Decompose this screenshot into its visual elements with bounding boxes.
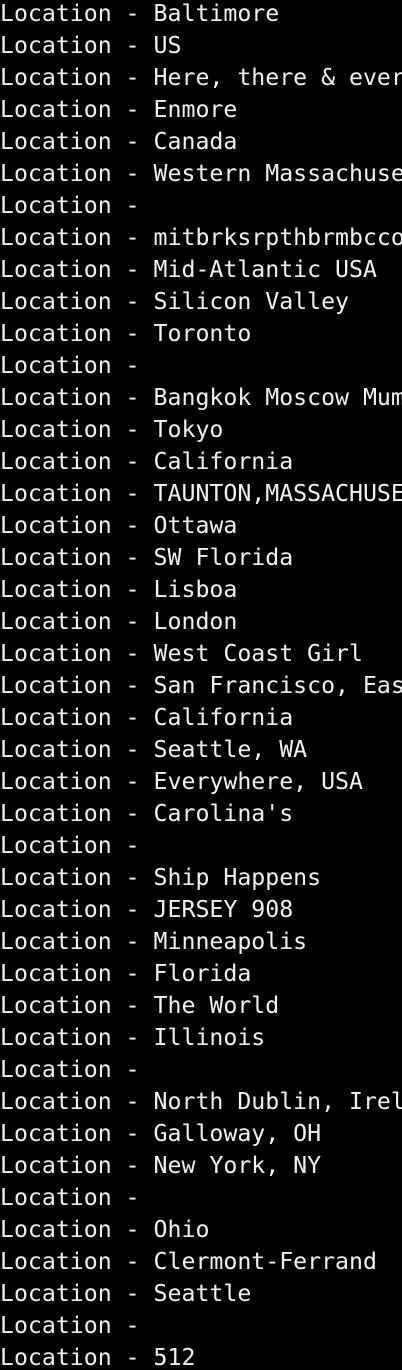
terminal-line: Location - Galloway, OH: [0, 1120, 322, 1147]
terminal-line: Location - Here, there & ever: [0, 64, 402, 91]
terminal-line: Location - SW Florida: [0, 544, 294, 571]
terminal-line: Location - Tokyo: [0, 416, 224, 443]
terminal-line: Location - Clermont-Ferrand: [0, 1248, 377, 1275]
terminal-line: Location - Bangkok Moscow Mum: [0, 384, 402, 411]
terminal-line: Location - Florida: [0, 960, 252, 987]
terminal-line: Location - North Dublin, Irel: [0, 1088, 402, 1115]
terminal-line: Location - Everywhere, USA: [0, 768, 363, 795]
terminal-line: Location - California: [0, 704, 294, 731]
terminal-line: Location - Illinois: [0, 1024, 266, 1051]
terminal-line: Location - London: [0, 608, 238, 635]
terminal-line: Location -: [0, 192, 154, 219]
terminal-line: Location - The World: [0, 992, 280, 1019]
terminal-line: Location - California: [0, 448, 294, 475]
terminal-line: Location - Carolina's: [0, 800, 294, 827]
terminal-line: Location -: [0, 352, 154, 379]
terminal-line: Location - Seattle, WA: [0, 736, 308, 763]
terminal-line: Location - West Coast Girl: [0, 640, 363, 667]
terminal-line: Location - JERSEY 908: [0, 896, 294, 923]
terminal-line: Location -: [0, 1312, 154, 1339]
terminal-line: Location - 512: [0, 1344, 196, 1370]
terminal-window[interactable]: Location - Baltimore Location - US Locatio…: [0, 0, 402, 1370]
terminal-line: Location - TAUNTON,MASSACHUSE: [0, 480, 402, 507]
terminal-line: Location - Silicon Valley: [0, 288, 350, 315]
terminal-line: Location - Ottawa: [0, 512, 238, 539]
terminal-line: Location - Western Massachuse: [0, 160, 402, 187]
terminal-line: Location - mitbrksrpthbrmbcco: [0, 224, 402, 251]
terminal-line: Location -: [0, 1184, 154, 1211]
terminal-line: Location - Baltimore: [0, 0, 280, 27]
terminal-line: Location - Toronto: [0, 320, 252, 347]
terminal-line: Location - Minneapolis: [0, 928, 308, 955]
terminal-line: Location - San Francisco, Eas: [0, 672, 402, 699]
terminal-line: Location - Lisboa: [0, 576, 238, 603]
terminal-line: Location - Enmore: [0, 96, 238, 123]
terminal-line: Location - Mid-Atlantic USA: [0, 256, 377, 283]
terminal-line: Location - New York, NY: [0, 1152, 322, 1179]
terminal-line: Location - Canada: [0, 128, 238, 155]
terminal-line: Location - US: [0, 32, 182, 59]
terminal-line: Location - Ship Happens: [0, 864, 322, 891]
terminal-line: Location - Seattle: [0, 1280, 252, 1307]
terminal-line: Location -: [0, 832, 154, 859]
terminal-line: Location -: [0, 1056, 154, 1083]
terminal-output: Location - Baltimore Location - US Locatio…: [0, 0, 402, 1370]
terminal-line: Location - Ohio: [0, 1216, 210, 1243]
